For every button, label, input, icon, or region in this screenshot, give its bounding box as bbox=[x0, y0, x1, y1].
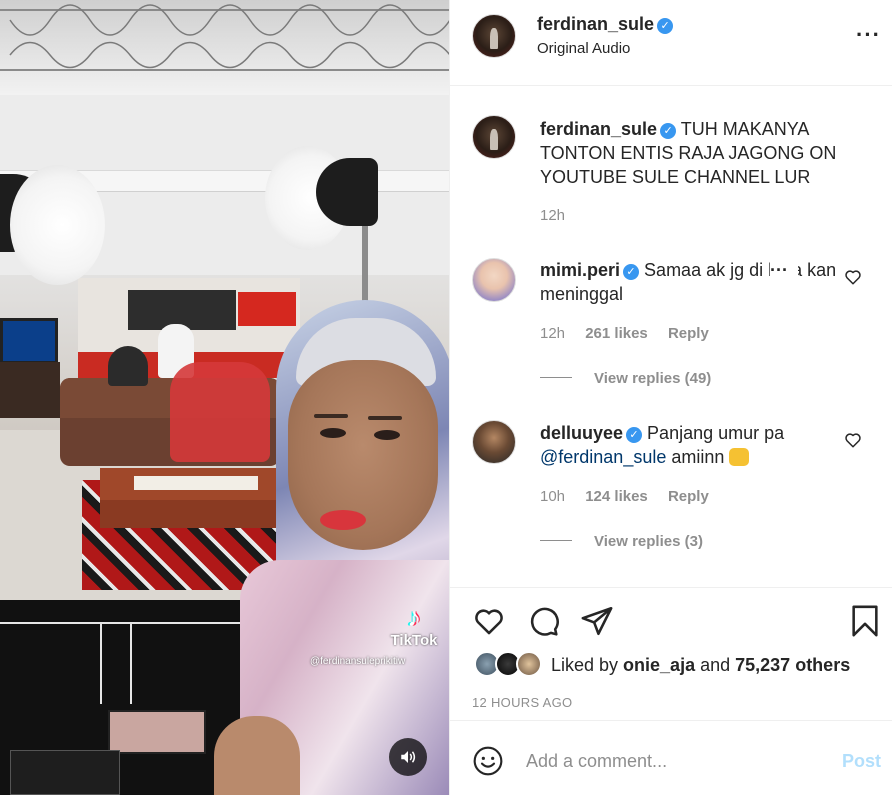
coffee-table bbox=[100, 468, 296, 528]
comment-text: delluuyee ✓ Panjang umur pa @ferdinan_sul… bbox=[540, 421, 840, 469]
reply-button[interactable]: Reply bbox=[668, 488, 709, 505]
caption-username[interactable]: ferdinan_sule bbox=[540, 119, 657, 139]
comment-body-end: amiinn bbox=[666, 447, 725, 467]
eyebrow bbox=[314, 414, 348, 418]
comment-meta: 10h 124 likes Reply bbox=[540, 488, 725, 505]
verified-badge-icon: ✓ bbox=[626, 427, 643, 443]
more-options-icon[interactable]: ··· bbox=[856, 22, 881, 48]
post-media[interactable]: ♪ TikTok @ferdinansuleprikitiw bbox=[0, 0, 449, 795]
person-hand bbox=[214, 716, 300, 795]
comment-like-heart-icon[interactable] bbox=[844, 431, 862, 449]
avatar[interactable] bbox=[472, 115, 516, 159]
studio-light bbox=[316, 158, 378, 226]
sound-toggle-button[interactable] bbox=[389, 738, 427, 776]
comment-username[interactable]: delluuyee bbox=[540, 423, 623, 443]
comment-meta: 12h 261 likes Reply bbox=[540, 325, 725, 342]
post-header: ferdinan_sule ✓ Original Audio ··· bbox=[450, 0, 892, 86]
cabinet bbox=[0, 362, 60, 418]
comment-username[interactable]: mimi.peri bbox=[540, 260, 620, 280]
balcony-railing bbox=[0, 4, 449, 71]
background-people-group bbox=[170, 362, 270, 462]
comment-bubble-icon[interactable] bbox=[526, 604, 560, 638]
comment-time[interactable]: 12h bbox=[540, 325, 565, 342]
mention-link[interactable]: @ferdinan_sule bbox=[540, 447, 666, 467]
emoji-smiley-icon[interactable] bbox=[472, 745, 504, 777]
caption-time[interactable]: 12h bbox=[540, 207, 565, 224]
tiktok-word: TikTok bbox=[390, 632, 438, 649]
liked-prefix: Liked by bbox=[551, 655, 624, 675]
liked-by-avatars[interactable] bbox=[474, 651, 546, 679]
verified-badge-icon: ✓ bbox=[660, 123, 677, 139]
comment-time[interactable]: 10h bbox=[540, 488, 565, 505]
tiktok-logo-icon: ♪ bbox=[407, 602, 421, 632]
comment-likes[interactable]: 261 likes bbox=[585, 325, 648, 342]
aquarium bbox=[0, 318, 58, 364]
speaker-icon bbox=[401, 751, 416, 763]
username-link[interactable]: ferdinan_sule bbox=[537, 14, 654, 34]
comment-options-icon[interactable]: ··· bbox=[770, 260, 798, 281]
audio-link[interactable]: Original Audio bbox=[537, 40, 630, 57]
view-replies-button[interactable]: View replies (3) bbox=[540, 533, 703, 550]
avatar[interactable] bbox=[472, 258, 516, 302]
caption: ferdinan_sule ✓ TUH MAKANYA TONTON ENTIS … bbox=[540, 117, 860, 189]
background-person bbox=[108, 346, 148, 386]
folded-hands-emoji-icon bbox=[729, 448, 750, 466]
softbox-light bbox=[10, 165, 105, 285]
tiktok-watermark: ♪ TikTok bbox=[386, 602, 442, 649]
post-comment-button[interactable]: Post bbox=[842, 751, 881, 772]
comment-likes[interactable]: 124 likes bbox=[585, 488, 648, 505]
verified-badge-icon: ✓ bbox=[623, 264, 640, 280]
bookmark-save-icon[interactable] bbox=[848, 604, 882, 638]
liked-others-link[interactable]: 75,237 others bbox=[735, 655, 850, 675]
post-timestamp[interactable]: 12 HOURS AGO bbox=[472, 695, 572, 710]
verified-badge-icon: ✓ bbox=[657, 18, 674, 34]
comment-body: Panjang umur pa bbox=[647, 423, 785, 443]
eyebrow bbox=[368, 416, 402, 420]
header-username-row: ferdinan_sule ✓ bbox=[537, 14, 674, 35]
post-actions: Liked by onie_aja and 75,237 others 12 H… bbox=[450, 587, 892, 720]
share-paper-plane-icon[interactable] bbox=[580, 604, 614, 638]
add-comment-bar: Post bbox=[450, 720, 892, 795]
reply-button[interactable]: Reply bbox=[668, 325, 709, 342]
tiktok-handle: @ferdinansuleprikitiw bbox=[310, 656, 406, 667]
post-details-panel: ferdinan_sule ✓ Original Audio ··· ferdin… bbox=[449, 0, 892, 795]
add-comment-input[interactable] bbox=[526, 747, 826, 775]
view-replies-button[interactable]: View replies (49) bbox=[540, 370, 711, 387]
lips bbox=[320, 510, 366, 530]
light-stand bbox=[362, 224, 368, 304]
liked-by-user-link[interactable]: onie_aja bbox=[623, 655, 695, 675]
eye bbox=[320, 428, 346, 438]
liked-and: and bbox=[695, 655, 736, 675]
eye bbox=[374, 430, 400, 440]
avatar[interactable] bbox=[472, 14, 516, 58]
comments-section[interactable]: ferdinan_sule ✓ TUH MAKANYA TONTON ENTIS … bbox=[450, 87, 892, 587]
avatar[interactable] bbox=[472, 420, 516, 464]
comment-like-heart-icon[interactable] bbox=[844, 268, 862, 286]
avatar bbox=[516, 651, 542, 677]
like-heart-icon[interactable] bbox=[472, 604, 506, 638]
liked-by-summary: Liked by onie_aja and 75,237 others bbox=[551, 655, 850, 676]
